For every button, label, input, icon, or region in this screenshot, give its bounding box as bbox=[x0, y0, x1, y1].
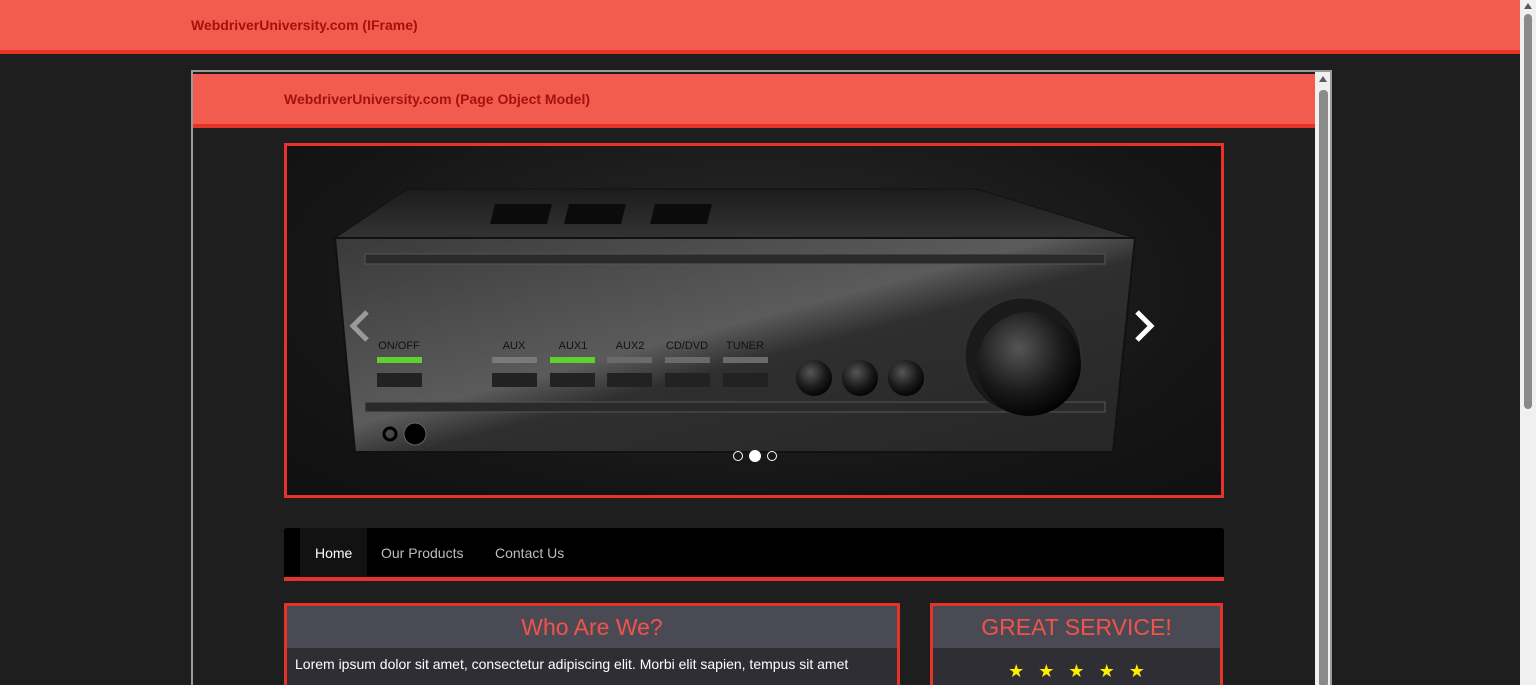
carousel-indicator-3[interactable] bbox=[767, 451, 777, 461]
iframe-page-title: WebdriverUniversity.com (Page Object Mod… bbox=[284, 91, 591, 107]
amplifier-image: ON/OFF AUX AUX1 AUX2 CD/DVD TUNER bbox=[333, 188, 1137, 453]
iframe-scroll-up-arrow-icon[interactable] bbox=[1319, 76, 1327, 82]
iframe-header: WebdriverUniversity.com (Page Object Mod… bbox=[193, 74, 1315, 128]
outer-page-title: WebdriverUniversity.com (IFrame) bbox=[191, 17, 418, 33]
label-aux1: AUX1 bbox=[559, 340, 588, 352]
label-on-off: ON/OFF bbox=[378, 340, 420, 352]
great-service-panel: GREAT SERVICE! ★ ★ ★ ★ ★ bbox=[930, 603, 1223, 685]
main-navbar: Home Our Products Contact Us bbox=[284, 528, 1224, 581]
nav-item-contact-us[interactable]: Contact Us bbox=[495, 528, 564, 577]
who-are-we-text: Lorem ipsum dolor sit amet, consectetur … bbox=[287, 648, 897, 685]
page-scrollbar[interactable] bbox=[1520, 0, 1536, 685]
who-are-we-title: Who Are We? bbox=[287, 606, 897, 648]
carousel-next-button[interactable] bbox=[1129, 306, 1159, 346]
star-icon: ★ bbox=[1128, 661, 1145, 681]
product-carousel[interactable]: ON/OFF AUX AUX1 AUX2 CD/DVD TUNER bbox=[284, 143, 1224, 498]
carousel-prev-button[interactable] bbox=[345, 306, 375, 346]
label-aux2: AUX2 bbox=[616, 340, 645, 352]
iframe-scrollbar-thumb[interactable] bbox=[1319, 90, 1328, 685]
chevron-left-icon bbox=[349, 310, 369, 342]
outer-header: WebdriverUniversity.com (IFrame) bbox=[0, 0, 1520, 54]
great-service-title: GREAT SERVICE! bbox=[933, 606, 1220, 648]
star-rating: ★ ★ ★ ★ ★ bbox=[941, 656, 1212, 682]
label-aux: AUX bbox=[503, 340, 526, 352]
nav-item-our-products[interactable]: Our Products bbox=[381, 528, 463, 577]
scroll-up-arrow-icon[interactable] bbox=[1524, 3, 1532, 9]
carousel-indicator-1[interactable] bbox=[733, 451, 743, 461]
star-icon: ★ bbox=[1008, 661, 1025, 681]
star-icon: ★ bbox=[1068, 661, 1085, 681]
nav-item-home[interactable]: Home bbox=[300, 528, 368, 577]
who-are-we-panel: Who Are We? Lorem ipsum dolor sit amet, … bbox=[284, 603, 900, 685]
star-icon: ★ bbox=[1038, 661, 1055, 681]
great-service-body: ★ ★ ★ ★ ★ bbox=[933, 648, 1220, 685]
page-scrollbar-thumb[interactable] bbox=[1524, 14, 1532, 409]
label-tuner: TUNER bbox=[726, 340, 764, 352]
star-icon: ★ bbox=[1098, 661, 1115, 681]
carousel-indicator-2[interactable] bbox=[749, 450, 761, 462]
chevron-right-icon bbox=[1135, 310, 1155, 342]
iframe-scrollbar[interactable] bbox=[1315, 72, 1330, 685]
label-cd-dvd: CD/DVD bbox=[666, 340, 708, 352]
embedded-iframe: WebdriverUniversity.com (Page Object Mod… bbox=[191, 70, 1332, 685]
carousel-indicators bbox=[733, 450, 777, 462]
